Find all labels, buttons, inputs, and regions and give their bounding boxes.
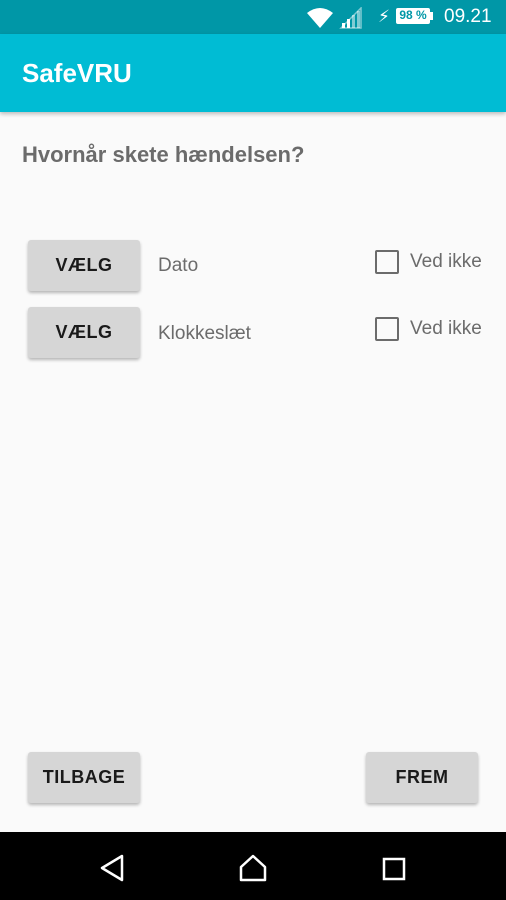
back-button[interactable]: TILBAGE xyxy=(28,752,140,803)
battery-indicator: 98 % xyxy=(396,8,430,24)
time-label: Klokkeslæt xyxy=(158,323,251,344)
date-unknown-label[interactable]: Ved ikke xyxy=(410,250,482,274)
choose-date-button[interactable]: VÆLG xyxy=(28,240,140,291)
time-unknown-checkbox[interactable] xyxy=(375,317,399,341)
date-label: Dato xyxy=(158,255,199,276)
charging-icon: ⚡ xyxy=(378,7,390,26)
status-clock: 09.21 xyxy=(444,6,492,27)
home-icon[interactable] xyxy=(238,853,268,883)
time-unknown-label[interactable]: Ved ikke xyxy=(410,317,482,341)
signal-icon xyxy=(339,7,362,29)
date-unknown-checkbox[interactable] xyxy=(375,250,399,274)
wifi-icon xyxy=(307,8,333,28)
status-bar: ⚡ 98 % 09.21 xyxy=(0,0,506,34)
recents-icon[interactable] xyxy=(382,857,406,881)
navigation-bar xyxy=(0,832,506,900)
app-bar: SafeVRU xyxy=(0,34,506,112)
choose-time-button[interactable]: VÆLG xyxy=(28,307,140,358)
question-heading: Hvornår skete hændelsen? xyxy=(22,142,305,167)
battery-nub xyxy=(430,12,433,20)
back-icon[interactable] xyxy=(99,854,125,882)
app-title: SafeVRU xyxy=(22,58,132,88)
next-button[interactable]: FREM xyxy=(366,752,478,803)
